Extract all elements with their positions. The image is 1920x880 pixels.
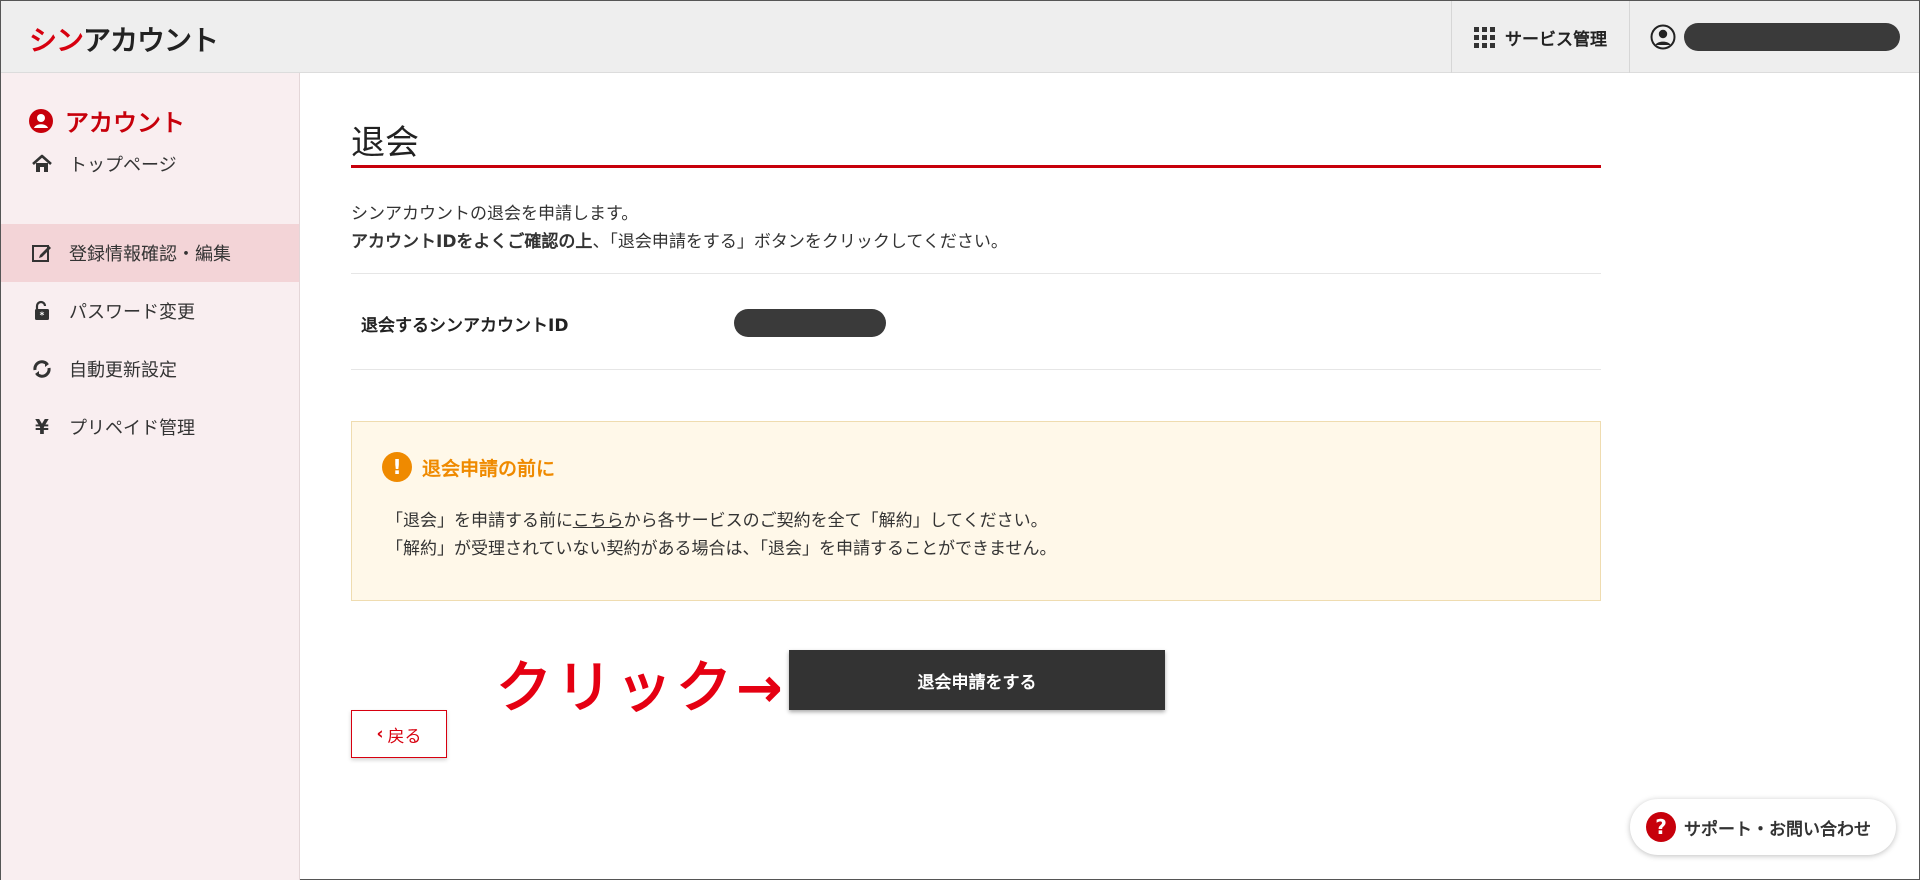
divider bbox=[351, 369, 1601, 370]
question-icon: ? bbox=[1646, 812, 1676, 842]
click-annotation: クリック→ bbox=[496, 656, 787, 721]
back-button-label: 戻る bbox=[387, 726, 422, 747]
notice-title-label: 退会申請の前に bbox=[422, 457, 556, 480]
redacted-account-id bbox=[734, 309, 886, 337]
title-underline bbox=[351, 165, 1601, 168]
sidebar-item-label: 自動更新設定 bbox=[69, 360, 177, 381]
edit-icon bbox=[31, 242, 53, 264]
notice-line-1: 「退会」を申請する前にこちらから各サービスのご契約を全て「解約」してください。 bbox=[386, 506, 1048, 531]
description-rest: 、「退会申請をする」ボタンをクリックしてください。 bbox=[592, 232, 1008, 252]
service-management-button[interactable]: サービス管理 bbox=[1451, 1, 1629, 73]
site-logo[interactable]: シンアカウント bbox=[29, 19, 219, 59]
sidebar-title: アカウント bbox=[29, 103, 185, 138]
notice-line1-post: から各サービスのご契約を全て「解約」してください。 bbox=[623, 511, 1048, 531]
user-icon bbox=[1650, 24, 1676, 50]
withdraw-request-button[interactable]: 退会申請をする bbox=[789, 650, 1165, 710]
sidebar-item-label: パスワード変更 bbox=[69, 302, 195, 323]
top-header: シンアカウント サービス管理 bbox=[1, 1, 1919, 73]
page-title: 退会 bbox=[351, 123, 419, 163]
logo-black-text: アカウント bbox=[83, 24, 219, 57]
sidebar-item-prepaid[interactable]: ¥ プリペイド管理 bbox=[1, 398, 299, 456]
svg-text:*: * bbox=[40, 311, 45, 321]
logo-red-text: シン bbox=[29, 24, 84, 57]
user-menu[interactable] bbox=[1629, 1, 1919, 73]
exclamation-icon: ! bbox=[382, 452, 412, 482]
support-contact-button[interactable]: ? サポート・お問い合わせ bbox=[1630, 799, 1896, 855]
service-management-label: サービス管理 bbox=[1505, 29, 1607, 50]
refresh-icon bbox=[31, 358, 53, 380]
notice-line-2: 「解約」が受理されていない契約がある場合は、「退会」を申請することができません。 bbox=[386, 539, 1057, 559]
sidebar-item-label: プリペイド管理 bbox=[69, 418, 195, 439]
cancel-contracts-link[interactable]: こちら bbox=[573, 511, 624, 531]
notice-title: ! 退会申請の前に bbox=[382, 452, 555, 482]
warning-notice: ! 退会申請の前に 「退会」を申請する前にこちらから各サービスのご契約を全て「解… bbox=[351, 421, 1601, 601]
sidebar-item-password-change[interactable]: * パスワード変更 bbox=[1, 282, 299, 340]
sidebar-item-label: 登録情報確認・編集 bbox=[69, 244, 231, 265]
lock-icon: * bbox=[31, 300, 53, 322]
account-icon bbox=[29, 108, 53, 133]
description-bold: アカウントIDをよくご確認の上 bbox=[351, 232, 593, 252]
account-id-label: 退会するシンアカウントID bbox=[361, 316, 569, 336]
support-label: サポート・お問い合わせ bbox=[1684, 819, 1871, 840]
sidebar-item-registration-info[interactable]: 登録情報確認・編集 bbox=[1, 224, 299, 282]
sidebar-item-label: トップページ bbox=[69, 155, 177, 176]
chevron-left-icon: ‹ bbox=[376, 724, 384, 744]
redacted-username bbox=[1684, 23, 1900, 51]
back-button[interactable]: ‹ 戻る bbox=[351, 710, 447, 758]
description-line-1: シンアカウントの退会を申請します。 bbox=[351, 204, 639, 224]
sidebar: アカウント トップページ 登録情報確認・編集 * パスワード変更 自動更新設定 … bbox=[1, 73, 300, 880]
divider bbox=[351, 273, 1601, 274]
sidebar-item-top-page[interactable]: トップページ bbox=[1, 135, 299, 193]
home-icon bbox=[31, 153, 53, 175]
yen-icon: ¥ bbox=[35, 415, 49, 439]
sidebar-title-label: アカウント bbox=[65, 109, 185, 137]
sidebar-item-auto-renewal[interactable]: 自動更新設定 bbox=[1, 340, 299, 398]
notice-line1-pre: 「退会」を申請する前に bbox=[386, 511, 573, 531]
description-line-2: アカウントIDをよくご確認の上、「退会申請をする」ボタンをクリックしてください。 bbox=[351, 227, 1008, 252]
grid-icon bbox=[1474, 26, 1495, 48]
